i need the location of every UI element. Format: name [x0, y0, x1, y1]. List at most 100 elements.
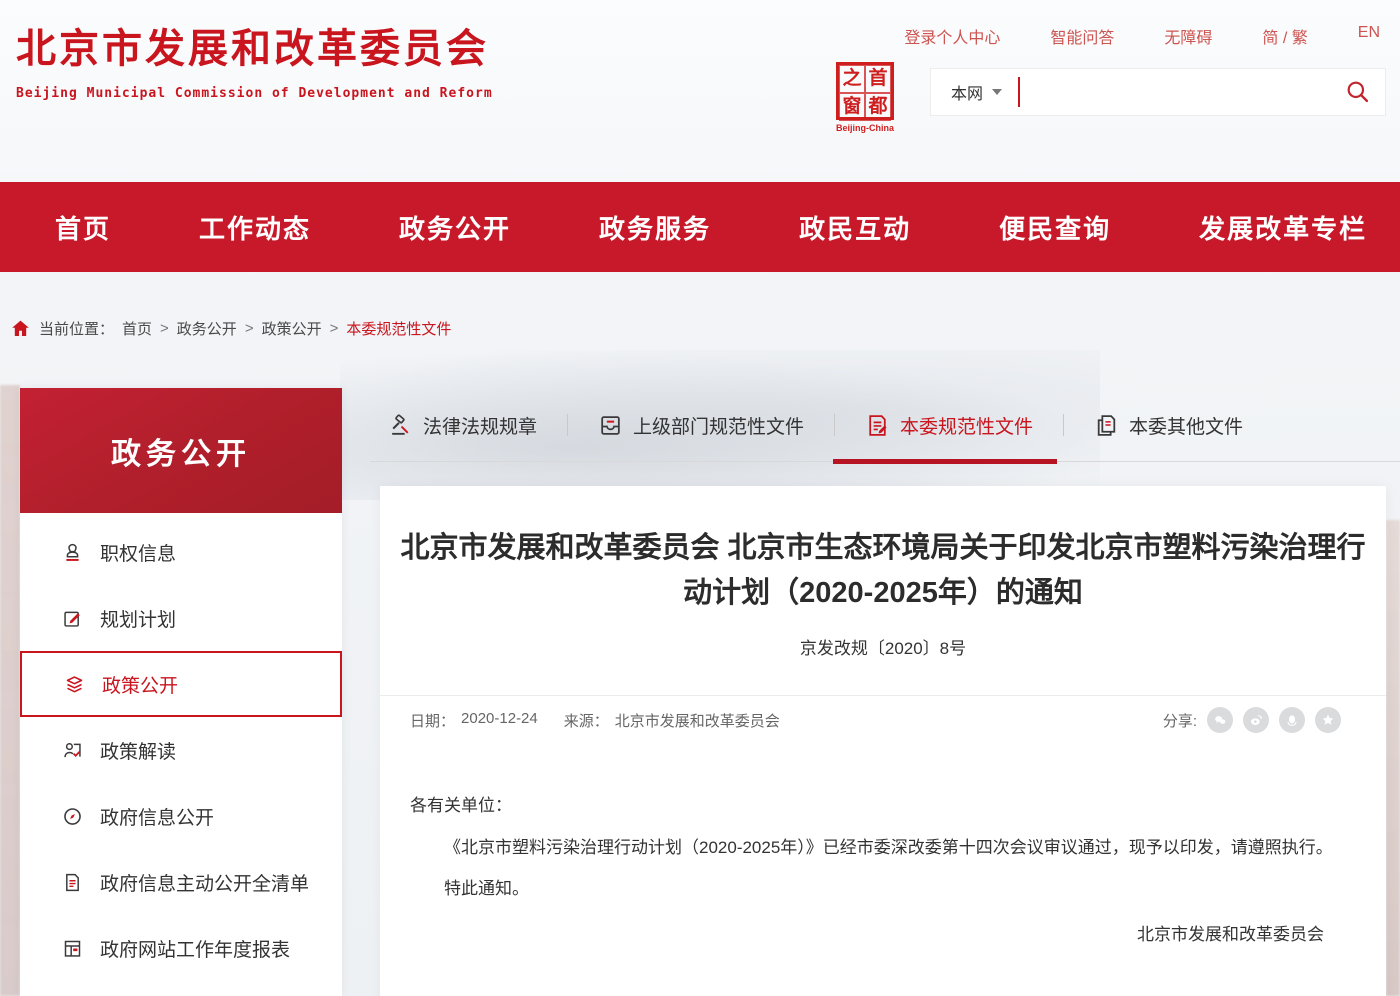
sidebar-item-policy-interpretation[interactable]: 政策解读	[20, 717, 342, 783]
nav-item-gov-disclosure[interactable]: 政务公开	[399, 209, 511, 246]
nav-item-convenient-inquiry[interactable]: 便民查询	[999, 209, 1111, 246]
sidebar-item-label: 政策公开	[102, 671, 178, 698]
tab-commission-other-docs[interactable]: 本委其他文件	[1094, 412, 1243, 439]
site-title: 北京市发展和改革委员会	[16, 16, 493, 74]
qzone-share-button[interactable]	[1315, 707, 1341, 733]
sidebar-item-planning[interactable]: 规划计划	[20, 585, 342, 651]
inbox-doc-icon	[598, 413, 623, 438]
seal-char: 都	[865, 93, 891, 121]
main-navigation: 首页 工作动态 政务公开 政务服务 政民互动 便民查询 发展改革专栏	[0, 182, 1400, 272]
article-body: 各有关单位： 《北京市塑料污染治理行动计划（2020-2025年）》已经市委深改…	[380, 745, 1386, 956]
page: 北京市发展和改革委员会 Beijing Municipal Commission…	[0, 0, 1400, 996]
search-button[interactable]	[1345, 79, 1371, 105]
tab-label: 本委规范性文件	[900, 412, 1033, 439]
nav-item-public-interaction[interactable]: 政民互动	[799, 209, 911, 246]
doc-list-icon	[62, 872, 83, 893]
tab-label: 法律法规规章	[423, 412, 537, 439]
article-title: 北京市发展和改革委员会 北京市生态环境局关于印发北京市塑料污染治理行动计划（20…	[393, 526, 1373, 616]
nav-item-gov-services[interactable]: 政务服务	[599, 209, 711, 246]
site-header: 北京市发展和改革委员会 Beijing Municipal Commission…	[0, 0, 1400, 152]
tab-divider	[1063, 414, 1064, 436]
weibo-icon	[1248, 712, 1264, 728]
seal-characters: 之 首 窗 都	[836, 62, 894, 120]
active-tab-underline	[833, 459, 1057, 464]
caret-down-icon	[992, 89, 1002, 100]
breadcrumb-separator: >	[330, 320, 339, 337]
seal-char: 首	[865, 65, 891, 93]
beijing-china-seal-logo[interactable]: 之 首 窗 都 Beijing-China	[833, 62, 897, 133]
smart-qa-link[interactable]: 智能问答	[1050, 24, 1114, 48]
document-category-tabs: 法律法规规章 上级部门规范性文件 本委规范性文件	[370, 388, 1400, 462]
nav-item-home[interactable]: 首页	[55, 209, 111, 246]
search-bar: 本网	[930, 68, 1386, 116]
breadcrumb: 当前位置： 首页 > 政务公开 > 政策公开 > 本委规范性文件	[10, 318, 451, 339]
tab-label: 上级部门规范性文件	[633, 412, 804, 439]
article-meta-row: 日期： 2020-12-24 来源： 北京市发展和改革委员会 分享:	[380, 695, 1386, 745]
sidebar-item-policy-disclosure[interactable]: 政策公开	[20, 651, 342, 717]
tab-divider	[567, 414, 568, 436]
breadcrumb-prefix: 当前位置：	[39, 318, 114, 339]
breadcrumb-gov-disclosure[interactable]: 政务公开	[177, 318, 237, 339]
tab-laws-regulations[interactable]: 法律法规规章	[388, 412, 537, 439]
search-scope-dropdown[interactable]: 本网	[951, 80, 1002, 104]
login-personal-center-link[interactable]: 登录个人中心	[904, 24, 1000, 48]
article-card: 北京市发展和改革委员会 北京市生态环境局关于印发北京市塑料污染治理行动计划（20…	[380, 486, 1386, 996]
article-date: 2020-12-24	[461, 710, 538, 731]
sidebar-item-label: 职权信息	[100, 539, 176, 566]
seal-caption: Beijing-China	[833, 123, 897, 133]
accessibility-link[interactable]: 无障碍	[1164, 24, 1212, 48]
breadcrumb-policy-disclosure[interactable]: 政策公开	[262, 318, 322, 339]
sidebar-item-label: 政府网站工作年度报表	[100, 935, 290, 962]
main-content: 法律法规规章 上级部门规范性文件 本委规范性文件	[370, 388, 1400, 996]
article-signature: 北京市发展和改革委员会	[410, 914, 1346, 956]
document-number: 京发改规〔2020〕8号	[380, 634, 1386, 659]
sidebar-menu: 职权信息 规划计划 政策公开	[20, 513, 342, 996]
compass-icon	[62, 806, 83, 827]
sidebar-item-authority-info[interactable]: 职权信息	[20, 519, 342, 585]
nav-item-work-news[interactable]: 工作动态	[199, 209, 311, 246]
report-table-icon	[62, 938, 83, 959]
search-icon	[1345, 79, 1371, 105]
sidebar-item-gov-info-disclosure[interactable]: 政府信息公开	[20, 783, 342, 849]
law-gavel-icon	[388, 413, 413, 438]
simplified-traditional-toggle[interactable]: 简 / 繁	[1262, 24, 1307, 48]
sidebar-item-label: 政府信息主动公开全清单	[100, 869, 309, 896]
doc-copy-icon	[1094, 413, 1119, 438]
breadcrumb-current: 本委规范性文件	[346, 318, 451, 339]
sidebar-title: 政务公开	[20, 388, 342, 513]
stamp-icon	[62, 542, 83, 563]
tab-superior-normative-docs[interactable]: 上级部门规范性文件	[598, 412, 804, 439]
tab-commission-normative-docs[interactable]: 本委规范性文件	[865, 412, 1033, 439]
english-link[interactable]: EN	[1358, 24, 1380, 48]
sidebar-item-website-annual-report[interactable]: 政府网站工作年度报表	[20, 915, 342, 981]
tab-label: 本委其他文件	[1129, 412, 1243, 439]
policy-read-icon	[62, 740, 83, 761]
date-label: 日期：	[410, 710, 455, 731]
sidebar-item-label: 规划计划	[100, 605, 176, 632]
seal-char: 之	[839, 65, 865, 93]
wechat-share-button[interactable]	[1207, 707, 1233, 733]
search-input[interactable]	[1020, 69, 1345, 115]
nav-item-reform-column[interactable]: 发展改革专栏	[1199, 209, 1367, 246]
sidebar-item-proactive-disclosure-list[interactable]: 政府信息主动公开全清单	[20, 849, 342, 915]
share-bar: 分享:	[1163, 707, 1341, 733]
sidebar-item-decision-catalog[interactable]: 决策目录	[20, 981, 342, 996]
site-logo[interactable]: 北京市发展和改革委员会 Beijing Municipal Commission…	[16, 16, 493, 101]
share-label: 分享:	[1163, 710, 1197, 731]
weibo-share-button[interactable]	[1243, 707, 1269, 733]
site-title-english: Beijing Municipal Commission of Developm…	[16, 86, 493, 101]
search-scope-label: 本网	[951, 80, 983, 104]
breadcrumb-home[interactable]: 首页	[122, 318, 152, 339]
qq-icon	[1284, 712, 1300, 728]
article-paragraph: 特此通知。	[410, 868, 1346, 910]
layers-icon	[64, 674, 85, 695]
left-photo-strip	[0, 385, 20, 996]
plan-edit-icon	[62, 608, 83, 629]
breadcrumb-separator: >	[160, 320, 169, 337]
doc-pencil-icon	[865, 413, 890, 438]
sidebar-item-label: 政府信息公开	[100, 803, 214, 830]
breadcrumb-separator: >	[245, 320, 254, 337]
article-source: 北京市发展和改革委员会	[615, 710, 780, 731]
utility-links: 登录个人中心 智能问答 无障碍 简 / 繁 EN	[904, 24, 1380, 48]
qq-share-button[interactable]	[1279, 707, 1305, 733]
